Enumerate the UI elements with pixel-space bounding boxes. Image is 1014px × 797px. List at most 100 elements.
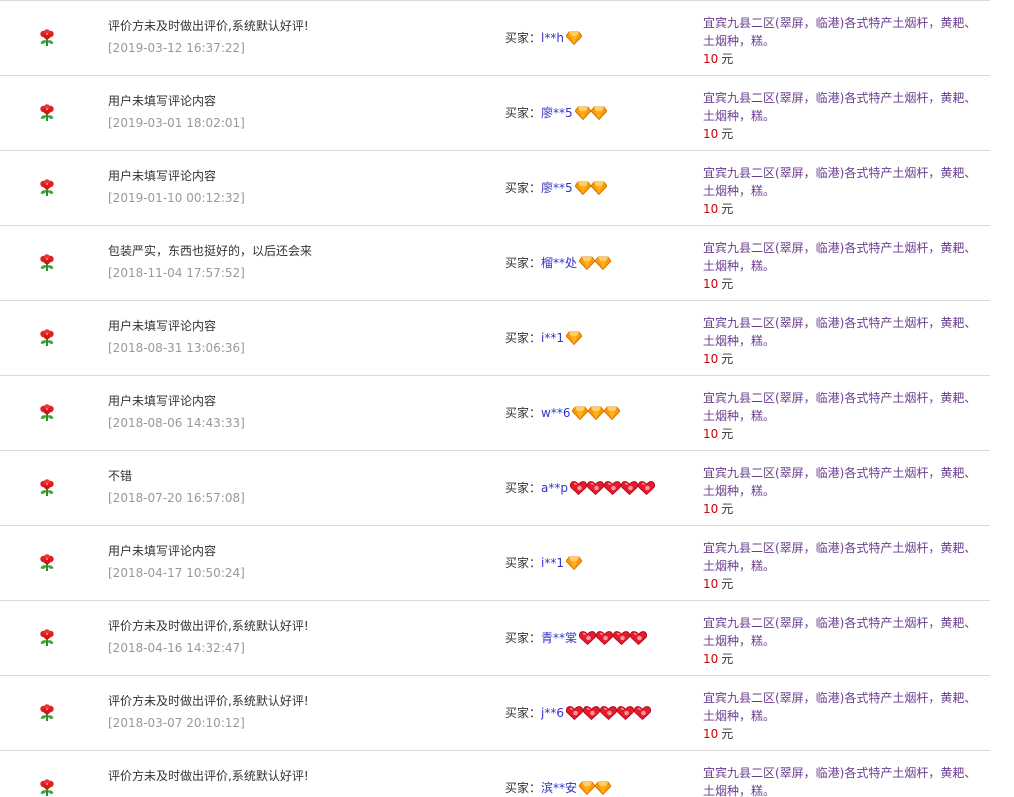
review-row: 评价方未及时做出评价,系统默认好评! [2018-04-16 14:32:47] 买… (0, 601, 990, 676)
review-comment: 用户未填写评论内容 (108, 169, 217, 183)
price-unit: 元 (721, 52, 734, 66)
review-timestamp: [2018-08-06 14:43:33] (108, 416, 245, 430)
item-price: 10 (703, 502, 719, 516)
review-comment: 用户未填写评论内容 (108, 544, 217, 558)
buyer-info: 买家： w**6 (505, 404, 621, 421)
item-link[interactable]: 宜宾九县二区(翠屏，临港)各式特产土烟杆，黄耙、土烟种，糕。 (703, 464, 978, 500)
buyer-name[interactable]: 廖**5 (541, 104, 573, 121)
buyer-info: 买家： 廖**5 (505, 179, 607, 196)
diamond-icon (574, 106, 591, 120)
item-info: 宜宾九县二区(翠屏，临港)各式特产土烟杆，黄耙、土烟种，糕。10元 (703, 389, 978, 443)
heart-icon (587, 480, 604, 495)
heart-icon (616, 705, 634, 720)
rose-icon (39, 29, 55, 47)
heart-icon (633, 705, 651, 720)
item-link[interactable]: 宜宾九县二区(翠屏，临港)各式特产土烟杆，黄耙、土烟种，糕。 (703, 89, 978, 125)
item-price: 10 (703, 652, 719, 666)
review-comment: 评价方未及时做出评价,系统默认好评! (108, 19, 309, 33)
review-comment: 评价方未及时做出评价,系统默认好评! (108, 619, 309, 633)
rose-icon (39, 404, 55, 422)
diamond-icon (579, 781, 596, 795)
review-timestamp: [2018-11-04 17:57:52] (108, 266, 245, 280)
buyer-name[interactable]: 榴**处 (541, 254, 577, 271)
item-price-line: 10 元 (703, 650, 978, 668)
item-info: 宜宾九县二区(翠屏，临港)各式特产土烟杆，黄耙、土烟种，糕。10元 (703, 239, 978, 293)
buyer-name[interactable]: 青**棠 (541, 629, 577, 646)
buyer-info: 买家： 青**棠 (505, 629, 648, 646)
review-comment: 包装严实，东西也挺好的，以后还会来 (108, 244, 313, 258)
review-row: 用户未填写评论内容 [2018-08-06 14:43:33] 买家： w**6 宜宾九… (0, 376, 990, 451)
item-link[interactable]: 宜宾九县二区(翠屏，临港)各式特产土烟杆，黄耙、土烟种，糕。 (703, 14, 978, 50)
review-timestamp: [2019-03-01 18:02:01] (108, 116, 245, 130)
price-unit: 元 (721, 427, 734, 441)
review-comment: 评价方未及时做出评价,系统默认好评! (108, 769, 309, 783)
buyer-name[interactable]: i**1 (541, 331, 564, 345)
review-comment: 用户未填写评论内容 (108, 94, 217, 108)
buyer-name[interactable]: a**p (541, 481, 568, 495)
buyer-name[interactable]: l**h (541, 31, 564, 45)
price-unit: 元 (721, 577, 734, 591)
price-unit: 元 (721, 652, 734, 666)
review-comment: 评价方未及时做出评价,系统默认好评! (108, 694, 309, 708)
rose-icon (39, 779, 55, 797)
item-info: 宜宾九县二区(翠屏，临港)各式特产土烟杆，黄耙、土烟种，糕。10元 (703, 689, 978, 743)
buyer-label: 买家： (505, 106, 542, 120)
review-timestamp: [2018-03-07 20:10:12] (108, 716, 245, 730)
price-unit: 元 (721, 127, 734, 141)
review-timestamp: [2018-07-20 16:57:08] (108, 491, 245, 505)
buyer-label: 买家： (505, 256, 542, 270)
buyer-info: 买家： 榴**处 (505, 254, 612, 271)
review-row: 用户未填写评论内容 [2019-01-10 00:12:32] 买家： 廖**5 宜宾九… (0, 151, 990, 226)
item-link[interactable]: 宜宾九县二区(翠屏，临港)各式特产土烟杆，黄耙、土烟种，糕。 (703, 689, 978, 725)
price-unit: 元 (721, 202, 734, 216)
buyer-label: 买家： (505, 481, 542, 495)
review-row: 用户未填写评论内容 [2019-03-01 18:02:01] 买家： 廖**5 宜宾九… (0, 76, 990, 151)
diamond-icon (588, 406, 605, 420)
item-link[interactable]: 宜宾九县二区(翠屏，临港)各式特产土烟杆，黄耙、土烟种，糕。 (703, 314, 978, 350)
diamond-icon (565, 556, 582, 570)
heart-icon (621, 480, 638, 495)
item-link[interactable]: 宜宾九县二区(翠屏，临港)各式特产土烟杆，黄耙、土烟种，糕。 (703, 764, 978, 797)
buyer-name[interactable]: 滨**安 (541, 779, 577, 796)
item-price-line: 10 元 (703, 125, 978, 143)
buyer-info: 买家： 廖**5 (505, 104, 607, 121)
diamond-icon (572, 406, 589, 420)
item-link[interactable]: 宜宾九县二区(翠屏，临港)各式特产土烟杆，黄耙、土烟种，糕。 (703, 239, 978, 275)
diamond-icon (590, 181, 607, 195)
rose-icon (39, 254, 55, 272)
heart-icon (630, 630, 648, 645)
buyer-name[interactable]: j**6 (541, 706, 564, 720)
review-timestamp: [2018-08-31 13:06:36] (108, 341, 245, 355)
item-link[interactable]: 宜宾九县二区(翠屏，临港)各式特产土烟杆，黄耙、土烟种，糕。 (703, 614, 978, 650)
buyer-name[interactable]: i**1 (541, 556, 564, 570)
item-link[interactable]: 宜宾九县二区(翠屏，临港)各式特产土烟杆，黄耙、土烟种，糕。 (703, 389, 978, 425)
rose-icon (39, 629, 55, 647)
heart-icon (599, 705, 617, 720)
item-price-line: 10 元 (703, 50, 978, 68)
buyer-info: 买家： i**1 (505, 329, 582, 346)
rose-icon (39, 329, 55, 347)
diamond-icon (565, 331, 582, 345)
item-price: 10 (703, 727, 719, 741)
buyer-label: 买家： (505, 406, 542, 420)
price-unit: 元 (721, 502, 734, 516)
review-comment: 不错 (108, 469, 133, 483)
buyer-info: 买家： a**p (505, 479, 655, 496)
buyer-name[interactable]: w**6 (541, 406, 570, 420)
item-link[interactable]: 宜宾九县二区(翠屏，临港)各式特产土烟杆，黄耙、土烟种，糕。 (703, 539, 978, 575)
review-row: 不错 [2018-07-20 16:57:08] 买家： a**p 宜宾九县二区(翠屏，… (0, 451, 990, 526)
rose-icon (39, 479, 55, 497)
item-price: 10 (703, 352, 719, 366)
item-price-line: 10 元 (703, 425, 978, 443)
item-link[interactable]: 宜宾九县二区(翠屏，临港)各式特产土烟杆，黄耙、土烟种，糕。 (703, 164, 978, 200)
heart-icon (565, 705, 583, 720)
item-price-line: 10 元 (703, 350, 978, 368)
item-info: 宜宾九县二区(翠屏，临港)各式特产土烟杆，黄耙、土烟种，糕。10元 (703, 14, 978, 68)
heart-icon (596, 630, 614, 645)
item-info: 宜宾九县二区(翠屏，临港)各式特产土烟杆，黄耙、土烟种，糕。10元 (703, 89, 978, 143)
buyer-name[interactable]: 廖**5 (541, 179, 573, 196)
review-row: 用户未填写评论内容 [2018-04-17 10:50:24] 买家： i**1 宜宾九… (0, 526, 990, 601)
item-price: 10 (703, 52, 719, 66)
item-price-line: 10 元 (703, 200, 978, 218)
price-unit: 元 (721, 277, 734, 291)
